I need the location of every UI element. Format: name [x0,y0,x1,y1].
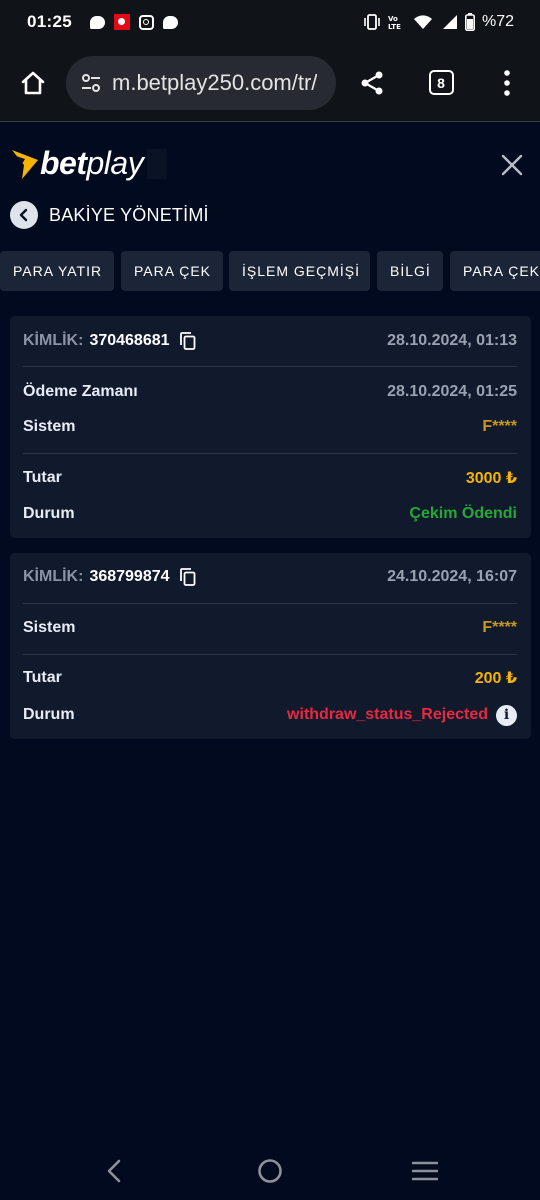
divider [23,654,517,655]
amount-label: Tutar [23,669,62,686]
nav-back-icon [107,1159,121,1183]
payment-time-value: 28.10.2024, 01:25 [387,383,517,400]
system-value: F**** [482,418,517,435]
system-row: Sistem F**** [23,616,517,640]
logo-decoration [147,148,168,179]
system-value: F**** [482,619,517,636]
status-bar: 01:25 Vo LTE %72 [0,0,540,44]
status-text: withdraw_status_Rejected [287,706,488,723]
amount-row: Tutar 200 ₺ [23,666,517,690]
transaction-date: 28.10.2024, 01:13 [387,332,517,349]
amount-value: 200 ₺ [474,670,517,687]
battery-percent: %72 [481,13,514,30]
page-header: BAKİYE YÖNETİMİ [10,200,209,230]
more-vert-icon [504,69,510,96]
share-icon [361,71,383,94]
betplay-logo[interactable]: bet play [10,145,168,182]
message-bubble-icon [89,15,105,29]
transaction-id: 370468681 [89,332,170,349]
divider [23,453,517,454]
nav-home-icon [258,1159,282,1183]
transaction-id: 368799874 [89,568,170,585]
signal-icon [442,15,457,29]
tab-switcher-button[interactable]: 8 [408,44,474,122]
status-value: withdraw_status_Rejected i [287,704,517,726]
page-title: BAKİYE YÖNETİMİ [49,204,209,225]
nav-recents-button[interactable] [405,1156,445,1186]
battery-icon [464,13,475,31]
id-label: KİMLİK: [23,332,84,349]
status-label: Durum [23,706,75,723]
svg-text:Vo: Vo [388,15,398,23]
nav-home-button[interactable] [250,1156,290,1186]
tab-transaction-history[interactable]: İŞLEM GEÇMİŞİ [229,251,370,291]
browser-toolbar: m.betplay250.com/tr/ 8 [0,44,540,122]
copy-icon[interactable] [179,568,196,586]
status-value: Çekim Ödendi [409,505,517,522]
svg-text:LTE: LTE [388,23,401,30]
message-bubble-icon [162,15,178,29]
wifi-icon [413,15,432,29]
volte-icon: VoLTE [388,15,401,30]
transaction-date: 24.10.2024, 16:07 [387,568,517,585]
payment-time-label: Ödeme Zamanı [23,383,138,400]
tab-withdraw[interactable]: PARA ÇEK [121,251,223,291]
share-button[interactable] [336,44,408,122]
logo-text-play: play [86,145,144,181]
balance-tabs: PARA YATIR PARA ÇEK İŞLEM GEÇMİŞİ BİLGİ … [0,251,540,291]
copy-icon[interactable] [179,332,196,350]
divider [23,366,517,367]
site-settings-icon[interactable] [80,72,102,94]
divider [23,603,517,604]
instagram-icon [138,14,154,30]
close-icon [501,154,523,176]
status-row: Durum withdraw_status_Rejected i [23,703,517,727]
nav-recents-icon [412,1161,438,1181]
system-label: Sistem [23,418,76,435]
payment-time-row: Ödeme Zamanı 28.10.2024, 01:25 [23,380,517,404]
notification-icons [89,14,178,30]
address-bar[interactable]: m.betplay250.com/tr/ [66,55,336,110]
tab-info[interactable]: BİLGİ [377,251,443,291]
nav-back-button[interactable] [94,1156,134,1186]
status-label: Durum [23,505,75,522]
logo-text-bet: bet [40,145,87,181]
amount-label: Tutar [23,469,62,486]
transaction-header: KİMLİK: 368799874 24.10.2024, 16:07 [23,565,517,589]
system-icons: Vo LTE %72 [363,13,514,31]
system-navigation-bar [0,1140,540,1200]
url-text: m.betplay250.com/tr/ [112,69,318,95]
amount-value: 3000 ₺ [465,470,517,487]
status-time: 01:25 [27,12,72,31]
home-button[interactable] [0,44,66,122]
info-icon[interactable]: i [496,704,517,726]
transaction-header: KİMLİK: 370468681 28.10.2024, 01:13 [23,329,517,353]
tab-deposit[interactable]: PARA YATIR [0,251,114,291]
close-button[interactable] [496,149,528,181]
tab-count: 8 [428,70,454,95]
transaction-card: KİMLİK: 368799874 24.10.2024, 16:07 Sist… [10,553,531,739]
chevron-left-icon [19,208,28,222]
amount-row: Tutar 3000 ₺ [23,466,517,490]
turkish-flag-icon [113,14,130,30]
back-button[interactable] [10,201,38,229]
system-row: Sistem F**** [23,415,517,439]
logo-mark-icon [12,149,38,179]
id-label: KİMLİK: [23,568,84,585]
transaction-card: KİMLİK: 370468681 28.10.2024, 01:13 Ödem… [10,316,531,538]
status-row: Durum Çekim Ödendi [23,502,517,526]
tab-withdrawals[interactable]: PARA ÇEKME [450,251,540,291]
browser-menu-button[interactable] [474,44,540,122]
system-label: Sistem [23,619,76,636]
home-icon [21,71,45,94]
vibrate-icon [364,14,380,30]
